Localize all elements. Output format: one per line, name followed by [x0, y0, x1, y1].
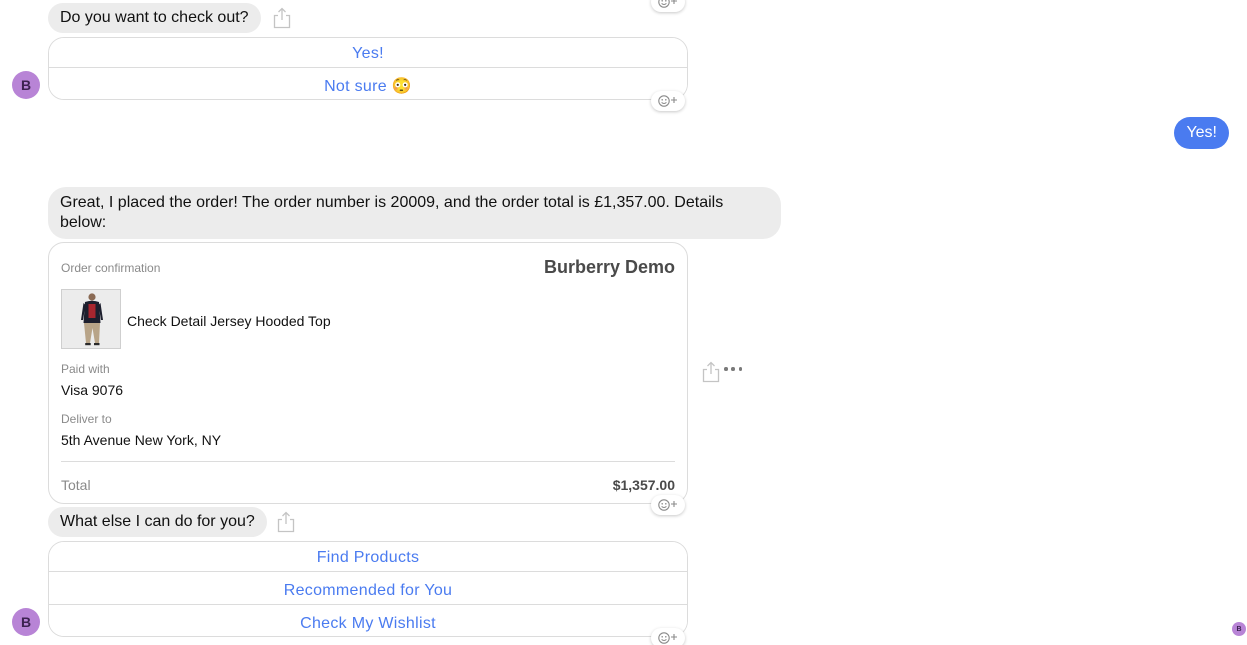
add-reaction-button[interactable] — [651, 628, 685, 645]
brand-name: Burberry Demo — [543, 257, 675, 277]
more-icon — [724, 367, 728, 371]
quick-reply-find-products[interactable]: Find Products — [49, 542, 687, 571]
quick-replies-menu: Find Products Recommended for You Check … — [48, 541, 688, 637]
paid-with-value: Visa 9076 — [61, 382, 124, 398]
divider — [61, 461, 675, 462]
total-value: $1,357.00 — [612, 477, 675, 493]
bot-message-order-placed: Great, I placed the order! The order num… — [48, 187, 781, 239]
avatar-initial: B — [20, 77, 32, 93]
user-message-yes: Yes! — [1174, 117, 1229, 149]
read-receipt-avatar: B — [1232, 622, 1246, 636]
add-reaction-icon — [658, 632, 677, 644]
bot-avatar: B — [12, 608, 40, 636]
share-icon — [702, 361, 720, 383]
share-button[interactable] — [701, 361, 721, 383]
deliver-to-label: Deliver to — [61, 412, 112, 426]
share-button[interactable] — [272, 7, 292, 29]
avatar-initial: B — [20, 614, 32, 630]
product-image[interactable] — [61, 289, 121, 349]
share-icon — [277, 511, 295, 533]
add-reaction-button[interactable] — [651, 0, 685, 12]
order-confirmation-label: Order confirmation — [61, 261, 161, 275]
bot-avatar: B — [12, 71, 40, 99]
quick-reply-recommended[interactable]: Recommended for You — [49, 571, 687, 604]
add-reaction-icon — [658, 0, 677, 8]
quick-reply-wishlist[interactable]: Check My Wishlist — [49, 604, 687, 636]
quick-replies-checkout: Yes! Not sure 😳 — [48, 37, 688, 100]
message-text: What else I can do for you? — [60, 513, 255, 530]
product-name: Check Detail Jersey Hooded Top — [127, 313, 331, 329]
message-text: Yes! — [1186, 124, 1217, 141]
share-button[interactable] — [276, 511, 296, 533]
add-reaction-icon — [658, 499, 677, 511]
message-text: Do you want to check out? — [60, 9, 249, 26]
add-reaction-button[interactable] — [651, 495, 685, 515]
avatar-initial: B — [1236, 625, 1242, 633]
bot-message-checkout: Do you want to check out? — [48, 3, 261, 33]
message-text: Great, I placed the order! The order num… — [60, 194, 724, 231]
add-reaction-icon — [658, 95, 677, 107]
product-photo-icon — [62, 290, 120, 348]
quick-reply-not-sure[interactable]: Not sure 😳 — [49, 67, 687, 99]
add-reaction-button[interactable] — [651, 91, 685, 111]
quick-reply-yes[interactable]: Yes! — [49, 38, 687, 67]
total-label: Total — [61, 477, 91, 493]
order-confirmation-card[interactable]: Order confirmation Burberry Demo Check D… — [48, 242, 688, 504]
more-options-button[interactable] — [724, 362, 742, 376]
share-icon — [273, 7, 291, 29]
deliver-to-value: 5th Avenue New York, NY — [61, 432, 222, 448]
bot-message-what-else: What else I can do for you? — [48, 507, 267, 537]
paid-with-label: Paid with — [61, 362, 110, 376]
